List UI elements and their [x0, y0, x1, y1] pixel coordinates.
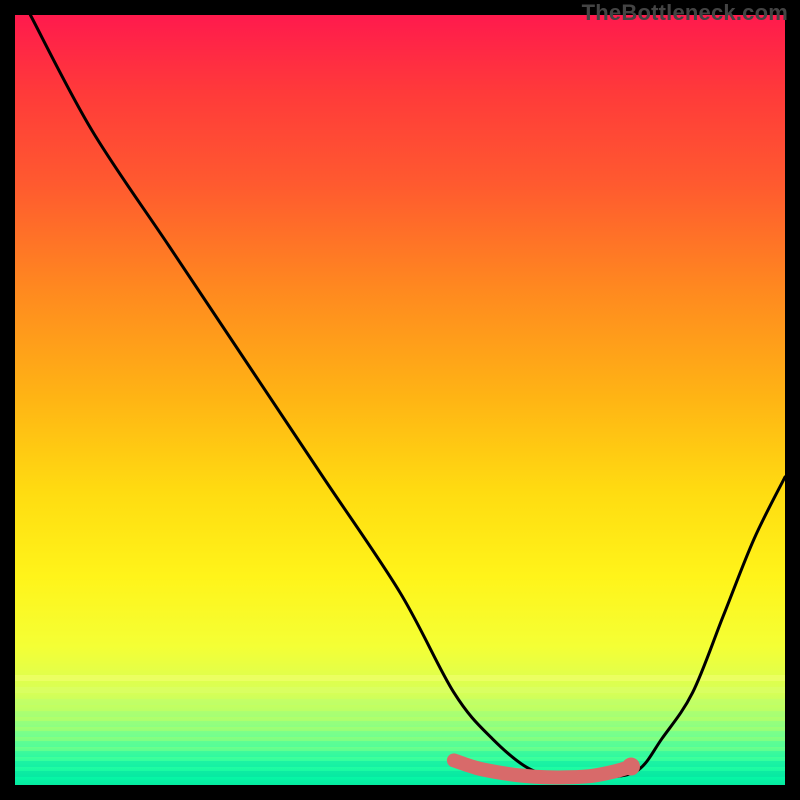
optimal-marker [622, 758, 640, 776]
series-bottleneck-curve [30, 15, 785, 778]
bottleneck-curve-path [30, 15, 785, 778]
highlight-optimal-range [454, 758, 640, 778]
watermark-text: TheBottleneck.com [582, 0, 788, 26]
chart-svg [15, 15, 785, 785]
chart-root: TheBottleneck.com [0, 0, 800, 800]
optimal-range-path [454, 760, 631, 777]
